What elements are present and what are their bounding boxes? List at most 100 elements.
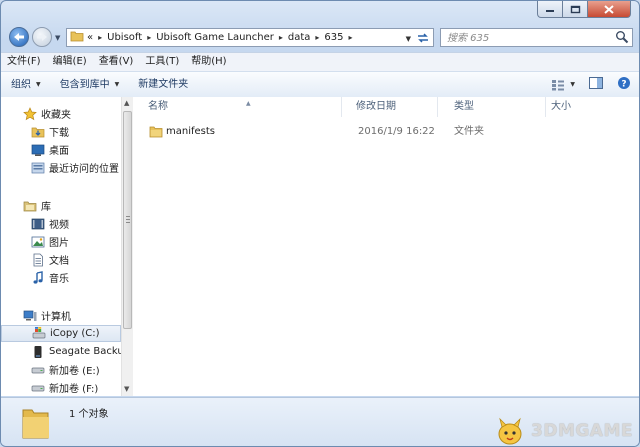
- recent-places-icon: [31, 161, 45, 175]
- svg-text:?: ?: [621, 80, 626, 90]
- nav-item-label: 新加卷 (E:): [49, 366, 100, 377]
- address-history-dropdown[interactable]: ▼: [406, 35, 411, 43]
- nav-computer[interactable]: 计算机: [1, 307, 121, 324]
- new-folder-button[interactable]: 新建文件夹: [128, 72, 197, 97]
- window-controls: [537, 1, 631, 18]
- minimize-button[interactable]: [537, 1, 563, 18]
- breadcrumb-separator[interactable]: ▸: [98, 33, 102, 42]
- library-icon: [23, 199, 37, 213]
- column-type-label: 类型: [454, 101, 474, 112]
- scroll-thumb[interactable]: [123, 111, 132, 329]
- nav-item-documents[interactable]: 文档: [1, 251, 121, 268]
- breadcrumb: « ▸ Ubisoft ▸ Ubisoft Game Launcher ▸ da…: [87, 32, 358, 43]
- back-button[interactable]: [9, 27, 29, 47]
- nav-item-label: 文档: [49, 256, 69, 267]
- nav-favorites[interactable]: 收藏夹: [1, 105, 121, 122]
- nav-item-drive-f[interactable]: 新加卷 (F:): [1, 379, 121, 396]
- nav-item-recent[interactable]: 最近访问的位置: [1, 159, 121, 176]
- nav-item-label: iCopy (C:): [50, 328, 100, 339]
- folder-icon: [70, 30, 84, 45]
- column-size-label: 大小: [551, 101, 571, 112]
- nav-item-downloads[interactable]: 下载: [1, 123, 121, 140]
- file-modified: 2016/1/9 16:22: [358, 126, 435, 137]
- breadcrumb-separator[interactable]: ▸: [147, 33, 151, 42]
- refresh-button[interactable]: [414, 30, 431, 45]
- nav-computer-label: 计算机: [41, 312, 71, 323]
- menu-edit[interactable]: 编辑(E): [47, 53, 93, 71]
- breadcrumb-overflow[interactable]: «: [87, 32, 93, 43]
- details-pane: 1 个对象 3DMGAME: [1, 397, 639, 446]
- close-icon: [604, 4, 614, 14]
- star-icon: [23, 106, 37, 121]
- breadcrumb-separator[interactable]: ▸: [279, 33, 283, 42]
- maximize-button[interactable]: [563, 1, 588, 18]
- sort-ascending-icon: ▲: [246, 100, 251, 107]
- nav-item-pictures[interactable]: 图片: [1, 233, 121, 250]
- close-button[interactable]: [588, 1, 631, 18]
- scroll-up-icon[interactable]: ▲: [124, 99, 129, 107]
- nav-libraries[interactable]: 库: [1, 197, 121, 214]
- external-drive-icon: [31, 345, 45, 359]
- grip-line: [126, 222, 130, 223]
- system-drive-icon: [32, 326, 46, 341]
- mascot-icon: [498, 417, 522, 445]
- address-bar[interactable]: « ▸ Ubisoft ▸ Ubisoft Game Launcher ▸ da…: [66, 28, 434, 47]
- watermark-text: 3DMGAME: [531, 421, 633, 441]
- chevron-down-icon: ▼: [570, 81, 575, 88]
- menu-tools[interactable]: 工具(T): [139, 53, 185, 71]
- file-row[interactable]: manifests 2016/1/9 16:22 文件夹: [134, 122, 639, 142]
- file-name: manifests: [166, 126, 215, 137]
- drive-icon: [31, 363, 45, 377]
- breadcrumb-ubisoft[interactable]: Ubisoft: [107, 32, 142, 43]
- menu-help[interactable]: 帮助(H): [185, 53, 232, 71]
- folder-icon: [21, 404, 51, 443]
- menu-bar: 文件(F) 编辑(E) 查看(V) 工具(T) 帮助(H): [1, 52, 639, 71]
- include-label: 包含到库中: [59, 79, 110, 91]
- help-button[interactable]: ?: [617, 76, 631, 93]
- search-icon[interactable]: [615, 30, 629, 47]
- column-type[interactable]: 类型: [438, 97, 546, 117]
- breadcrumb-game-launcher[interactable]: Ubisoft Game Launcher: [156, 32, 274, 43]
- minimize-icon: [546, 10, 554, 12]
- breadcrumb-data[interactable]: data: [288, 32, 311, 43]
- change-view-button[interactable]: ▼: [551, 79, 575, 91]
- recent-pages-dropdown[interactable]: ▼: [55, 34, 60, 42]
- column-name[interactable]: ▲ 名称: [134, 97, 342, 117]
- organize-button[interactable]: 组织 ▼: [1, 72, 50, 98]
- organize-label: 组织: [11, 79, 31, 91]
- search-input[interactable]: [445, 30, 599, 47]
- include-in-library-button[interactable]: 包含到库中 ▼: [50, 72, 129, 98]
- nav-item-seagate[interactable]: Seagate Backup: [1, 343, 121, 360]
- column-modified[interactable]: 修改日期: [342, 97, 438, 117]
- desktop-icon: [31, 143, 45, 157]
- nav-scrollbar[interactable]: ▲ ▼: [121, 97, 133, 396]
- nav-item-music[interactable]: 音乐: [1, 269, 121, 286]
- nav-item-drive-e[interactable]: 新加卷 (E:): [1, 361, 121, 378]
- view-list-icon: [552, 79, 565, 90]
- nav-item-videos[interactable]: 视频: [1, 215, 121, 232]
- nav-item-label: Seagate Backup: [49, 346, 121, 357]
- picture-icon: [31, 235, 45, 249]
- preview-pane-button[interactable]: [589, 77, 603, 92]
- column-size[interactable]: 大小: [546, 97, 639, 117]
- nav-item-desktop[interactable]: 桌面: [1, 141, 121, 158]
- menu-file[interactable]: 文件(F): [1, 53, 47, 71]
- breadcrumb-separator[interactable]: ▸: [349, 33, 353, 42]
- refresh-icon: [417, 32, 428, 43]
- forward-button[interactable]: [32, 27, 52, 47]
- command-bar: 组织 ▼ 包含到库中 ▼ 新建文件夹 ▼ ?: [1, 71, 639, 98]
- item-count: 1 个对象: [69, 409, 109, 420]
- breadcrumb-635[interactable]: 635: [324, 32, 343, 43]
- chevron-down-icon: ▼: [36, 80, 41, 88]
- drive-icon: [31, 381, 45, 395]
- chevron-down-icon: ▼: [114, 80, 120, 88]
- arrow-right-icon: [37, 33, 47, 41]
- scroll-down-icon[interactable]: ▼: [124, 385, 129, 393]
- menu-view[interactable]: 查看(V): [93, 53, 140, 71]
- grip-line: [126, 216, 130, 217]
- nav-item-label: 新加卷 (F:): [49, 384, 99, 395]
- breadcrumb-separator[interactable]: ▸: [315, 33, 319, 42]
- file-list: ▲ 名称 修改日期 类型 大小 manifests 2016/1/9 16:22…: [134, 97, 639, 396]
- nav-item-label: 视频: [49, 220, 69, 231]
- nav-item-drive-c[interactable]: iCopy (C:): [1, 325, 121, 342]
